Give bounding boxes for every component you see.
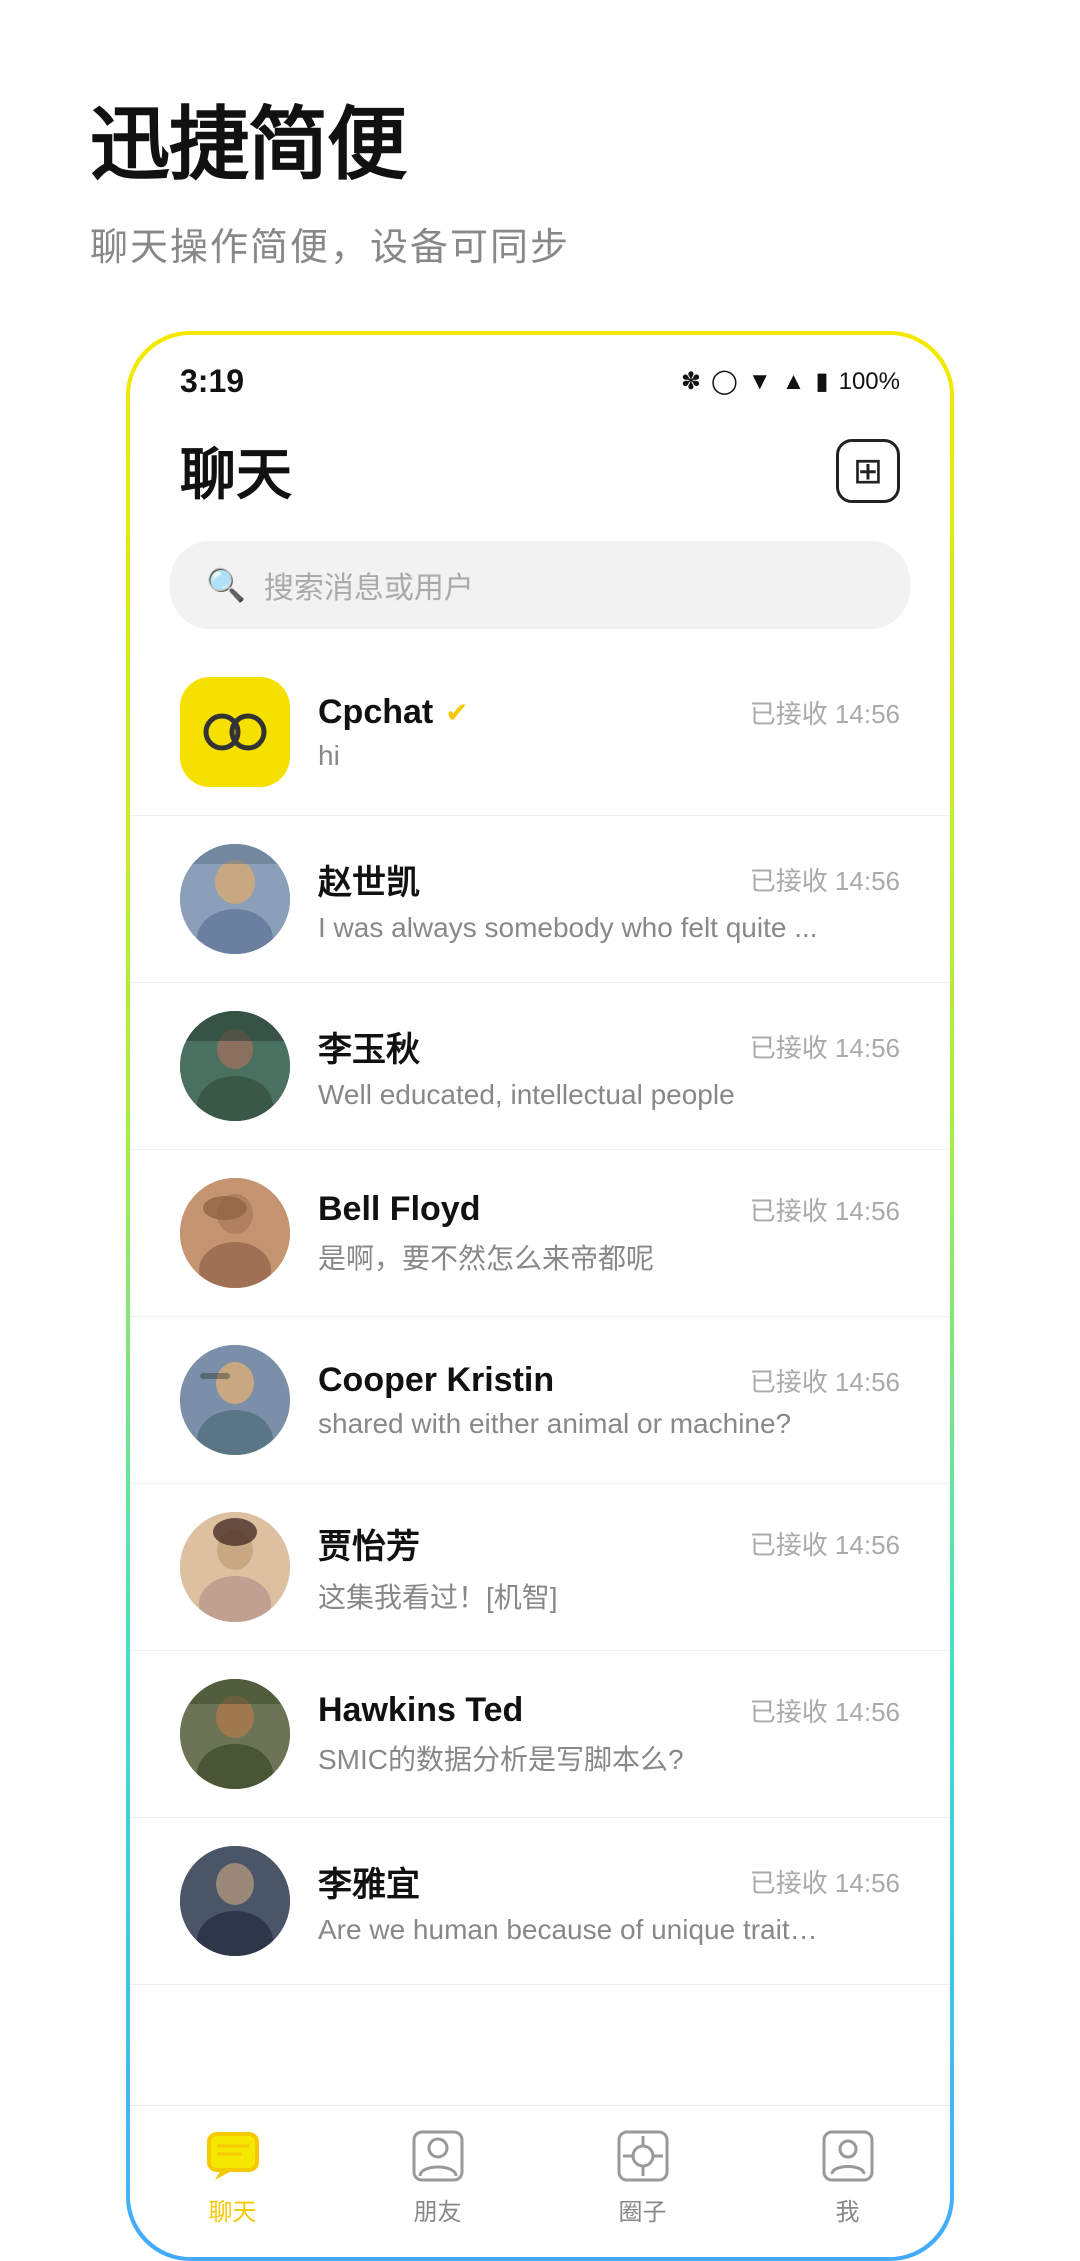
- chat-preview-cooper: shared with either animal or machine?: [318, 1408, 818, 1440]
- nav-label-friends: 朋友: [414, 2192, 462, 2227]
- vibrate-icon: ◯: [711, 367, 738, 396]
- chat-item-cpchat[interactable]: Cpchat ✔ 已接收 14:56 hi: [130, 649, 950, 816]
- chat-top-row-jia: 贾怡芳 已接收 14:56: [318, 1519, 900, 1568]
- chat-top-row-bell: Bell Floyd 已接收 14:56: [318, 1190, 900, 1229]
- status-time: 3:19: [180, 363, 244, 400]
- chat-content-zhao: 赵世凯 已接收 14:56 I was always somebody who …: [318, 855, 900, 944]
- chat-item-cooper[interactable]: Cooper Kristin 已接收 14:56 shared with eit…: [130, 1317, 950, 1484]
- status-icons: ✽ ◯ ▼ ▲ ▮ 100%: [681, 367, 900, 396]
- phone-frame-inner: 3:19 ✽ ◯ ▼ ▲ ▮ 100% 聊天 ⊞ 🔍: [130, 335, 950, 2257]
- search-icon: 🔍: [206, 566, 246, 604]
- chat-time-cpchat: 已接收 14:56: [750, 694, 900, 731]
- avatar-li: [180, 1011, 290, 1121]
- chat-list: Cpchat ✔ 已接收 14:56 hi: [130, 649, 950, 2105]
- hero-title: 迅捷简便: [0, 80, 406, 196]
- add-button[interactable]: ⊞: [836, 439, 900, 503]
- nav-label-chat: 聊天: [209, 2192, 257, 2227]
- verified-badge-cpchat: ✔: [445, 696, 468, 729]
- chat-item-li[interactable]: 李玉秋 已接收 14:56 Well educated, intellectua…: [130, 983, 950, 1150]
- chat-preview-liya: Are we human because of unique traits an…: [318, 1914, 818, 1946]
- chat-top-row-li: 李玉秋 已接收 14:56: [318, 1022, 900, 1071]
- hero-subtitle: 聊天操作简便，设备可同步: [0, 216, 570, 271]
- chat-preview-zhao: I was always somebody who felt quite ...: [318, 912, 818, 944]
- chat-name-row-cpchat: Cpchat ✔: [318, 693, 469, 732]
- phone-frame-outer: 3:19 ✽ ◯ ▼ ▲ ▮ 100% 聊天 ⊞ 🔍: [126, 331, 954, 2261]
- chat-content-liya: 李雅宜 已接收 14:56 Are we human because of un…: [318, 1857, 900, 1946]
- chat-item-bell[interactable]: Bell Floyd 已接收 14:56 是啊，要不然怎么来帝都呢: [130, 1150, 950, 1317]
- avatar-zhao: [180, 844, 290, 954]
- signal-icon: ▲: [782, 368, 806, 396]
- chat-content-jia: 贾怡芳 已接收 14:56 这集我看过！[机智]: [318, 1519, 900, 1616]
- battery-percent: 100%: [839, 368, 900, 396]
- nav-icon-chat: [203, 2126, 263, 2186]
- chat-top-row-cpchat: Cpchat ✔ 已接收 14:56: [318, 693, 900, 732]
- nav-icon-circle: [613, 2126, 673, 2186]
- chat-preview-jia: 这集我看过！[机智]: [318, 1576, 818, 1616]
- chat-item-liya[interactable]: 李雅宜 已接收 14:56 Are we human because of un…: [130, 1818, 950, 1985]
- chat-top-row-zhao: 赵世凯 已接收 14:56: [318, 855, 900, 904]
- chat-top-row-hawkins: Hawkins Ted 已接收 14:56: [318, 1691, 900, 1730]
- chat-name-zhao: 赵世凯: [318, 855, 420, 904]
- nav-label-circle: 圈子: [619, 2192, 667, 2227]
- chat-item-jia[interactable]: 贾怡芳 已接收 14:56 这集我看过！[机智]: [130, 1484, 950, 1651]
- nav-icon-me: [818, 2126, 878, 2186]
- chat-top-row-liya: 李雅宜 已接收 14:56: [318, 1857, 900, 1906]
- avatar-liya: [180, 1846, 290, 1956]
- chat-name-li: 李玉秋: [318, 1022, 420, 1071]
- nav-item-me[interactable]: 我: [788, 2126, 908, 2227]
- chat-preview-bell: 是啊，要不然怎么来帝都呢: [318, 1237, 818, 1277]
- chat-name-cooper: Cooper Kristin: [318, 1361, 554, 1400]
- chat-content-bell: Bell Floyd 已接收 14:56 是啊，要不然怎么来帝都呢: [318, 1190, 900, 1277]
- chat-time-cooper: 已接收 14:56: [750, 1362, 900, 1399]
- bluetooth-icon: ✽: [681, 367, 701, 396]
- status-bar: 3:19 ✽ ◯ ▼ ▲ ▮ 100%: [130, 335, 950, 410]
- search-placeholder-text: 搜索消息或用户: [264, 563, 474, 607]
- chat-content-cooper: Cooper Kristin 已接收 14:56 shared with eit…: [318, 1361, 900, 1440]
- nav-item-friends[interactable]: 朋友: [378, 2126, 498, 2227]
- chat-name-bell: Bell Floyd: [318, 1190, 480, 1229]
- chat-content-hawkins: Hawkins Ted 已接收 14:56 SMIC的数据分析是写脚本么?: [318, 1691, 900, 1778]
- chat-top-row-cooper: Cooper Kristin 已接收 14:56: [318, 1361, 900, 1400]
- app-title: 聊天: [180, 430, 292, 511]
- chat-name-liya: 李雅宜: [318, 1857, 420, 1906]
- plus-icon: ⊞: [853, 450, 883, 492]
- chat-time-hawkins: 已接收 14:56: [750, 1692, 900, 1729]
- avatar-bell: [180, 1178, 290, 1288]
- chat-item-zhao[interactable]: 赵世凯 已接收 14:56 I was always somebody who …: [130, 816, 950, 983]
- nav-item-circle[interactable]: 圈子: [583, 2126, 703, 2227]
- avatar-cooper: [180, 1345, 290, 1455]
- chat-item-hawkins[interactable]: Hawkins Ted 已接收 14:56 SMIC的数据分析是写脚本么?: [130, 1651, 950, 1818]
- chat-content-li: 李玉秋 已接收 14:56 Well educated, intellectua…: [318, 1022, 900, 1111]
- chat-preview-hawkins: SMIC的数据分析是写脚本么?: [318, 1738, 818, 1778]
- chat-name-hawkins: Hawkins Ted: [318, 1691, 523, 1730]
- app-header: 聊天 ⊞: [130, 410, 950, 531]
- battery-icon: ▮: [815, 367, 828, 396]
- avatar-cpchat: [180, 677, 290, 787]
- chat-time-li: 已接收 14:56: [750, 1028, 900, 1065]
- chat-time-liya: 已接收 14:56: [750, 1863, 900, 1900]
- avatar-jia: [180, 1512, 290, 1622]
- chat-name-cpchat: Cpchat: [318, 693, 433, 732]
- chat-preview-li: Well educated, intellectual people: [318, 1079, 818, 1111]
- search-bar[interactable]: 🔍 搜索消息或用户: [170, 541, 910, 629]
- nav-label-me: 我: [836, 2192, 860, 2227]
- chat-name-jia: 贾怡芳: [318, 1519, 420, 1568]
- bottom-nav: 聊天 朋友: [130, 2105, 950, 2257]
- chat-preview-cpchat: hi: [318, 740, 818, 772]
- chat-time-bell: 已接收 14:56: [750, 1191, 900, 1228]
- nav-icon-friends: [408, 2126, 468, 2186]
- nav-item-chat[interactable]: 聊天: [173, 2126, 293, 2227]
- chat-time-jia: 已接收 14:56: [750, 1525, 900, 1562]
- chat-content-cpchat: Cpchat ✔ 已接收 14:56 hi: [318, 693, 900, 772]
- avatar-hawkins: [180, 1679, 290, 1789]
- wifi-icon: ▼: [748, 368, 772, 396]
- chat-time-zhao: 已接收 14:56: [750, 861, 900, 898]
- page-wrapper: 迅捷简便 聊天操作简便，设备可同步 3:19 ✽ ◯ ▼ ▲ ▮ 100% 聊天: [0, 0, 1080, 2261]
